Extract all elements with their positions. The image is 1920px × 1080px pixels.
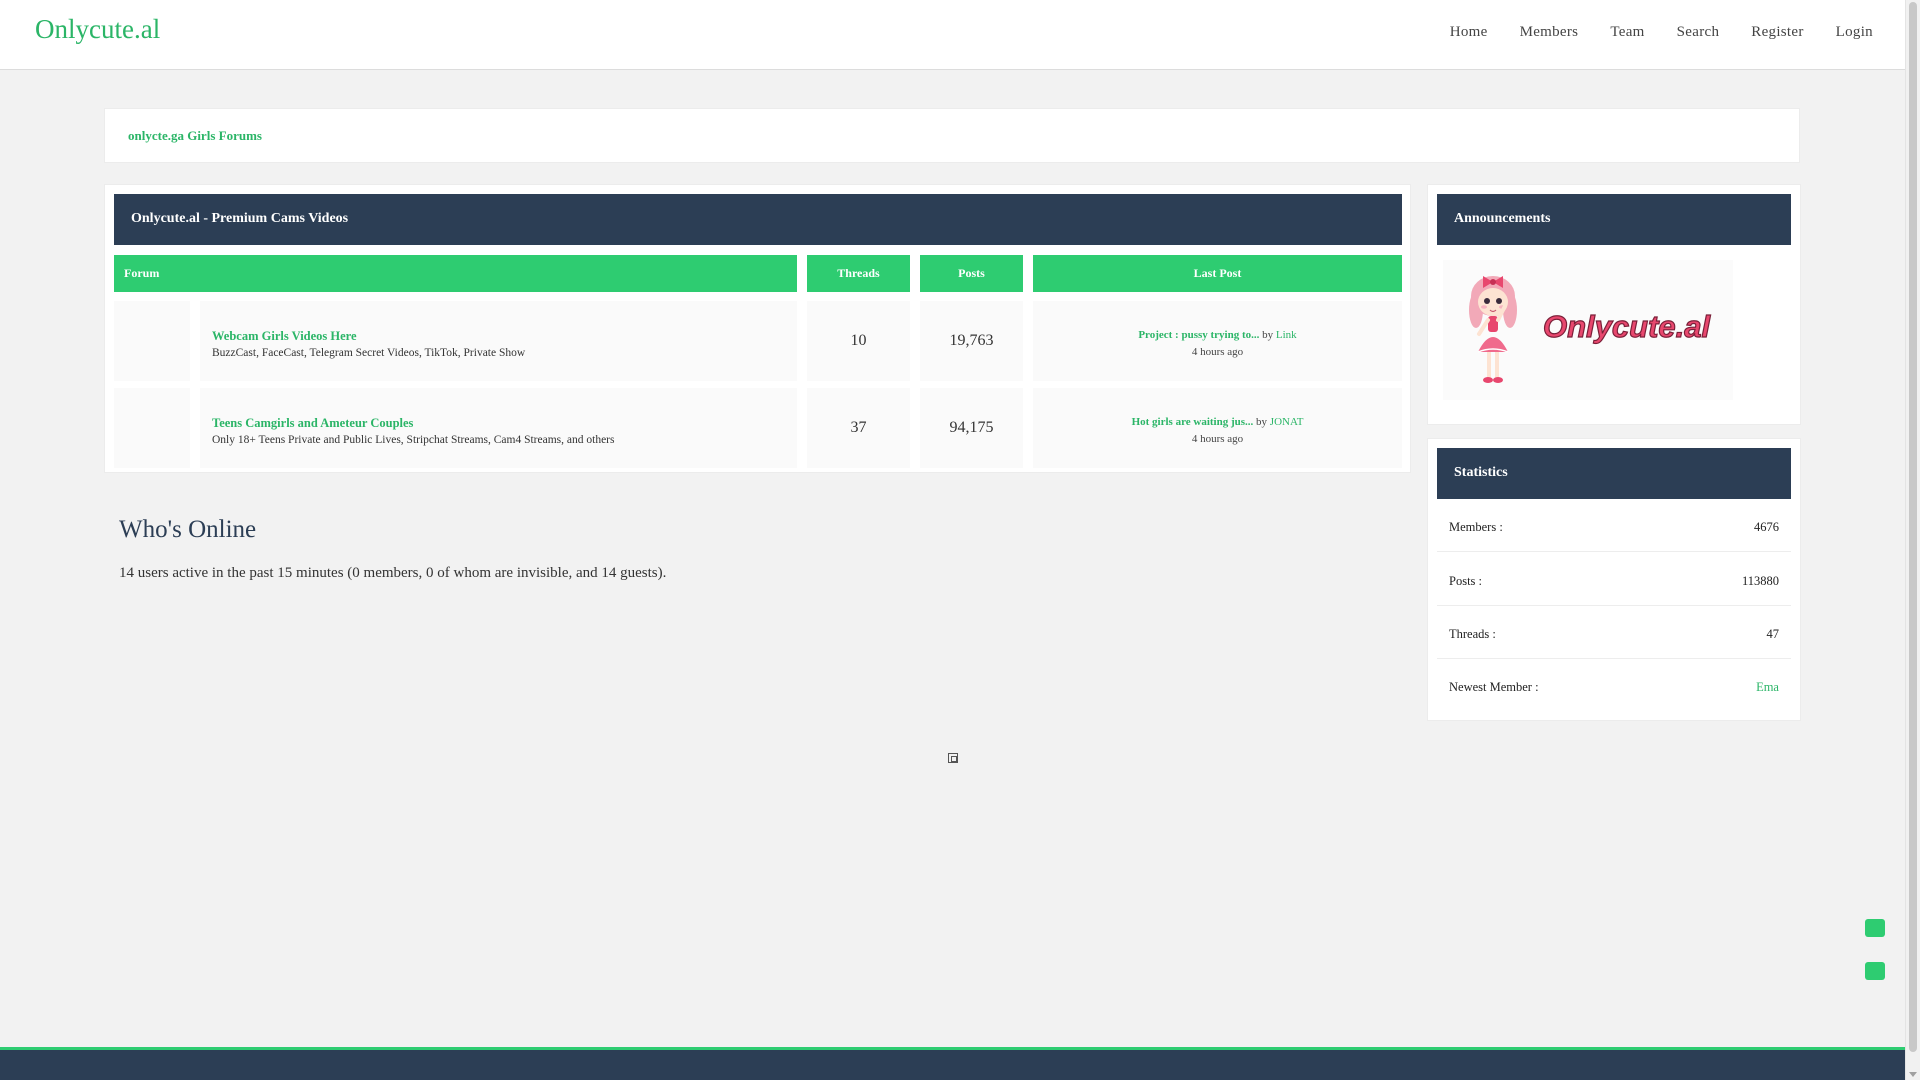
forum-category-panel: Onlycute.al - Premium Cams Videos Forum … (104, 184, 1411, 473)
floating-action-button[interactable] (1865, 962, 1885, 980)
whos-online-summary: 14 users active in the past 15 minutes (… (119, 565, 667, 581)
forum-title-link[interactable]: Webcam Girls Videos Here (212, 329, 357, 344)
forum-post-count: 94,175 (920, 388, 1023, 468)
column-header-last-post: Last Post (1033, 255, 1402, 292)
brand-logo[interactable]: Onlycute.al (35, 14, 160, 45)
last-post-by: by (1256, 416, 1268, 428)
stat-threads: Threads : 47 (1437, 606, 1791, 659)
top-navbar: Onlycute.al Home Members Team Search Reg… (0, 0, 1905, 70)
broken-image-icon (948, 753, 958, 763)
category-header: Onlycute.al - Premium Cams Videos (114, 194, 1402, 245)
nav-login[interactable]: Login (1836, 24, 1873, 41)
statistics-header: Statistics (1437, 448, 1791, 499)
nav-members[interactable]: Members (1520, 24, 1579, 41)
forum-description: BuzzCast, FaceCast, Telegram Secret Vide… (212, 347, 526, 359)
forum-thread-count: 37 (807, 388, 910, 468)
forum-info: Teens Camgirls and Ameteur Couples Only … (200, 388, 797, 468)
forum-status-icon (114, 301, 190, 381)
breadcrumb: onlycte.ga Girls Forums (104, 108, 1800, 163)
nav-team[interactable]: Team (1610, 24, 1644, 41)
last-post-user-link[interactable]: JONAT (1270, 416, 1304, 428)
forum-info: Webcam Girls Videos Here BuzzCast, FaceC… (200, 301, 797, 381)
stat-label: Threads : (1449, 627, 1496, 641)
scrollbar-thumb[interactable] (1909, 2, 1917, 1052)
stat-label: Members : (1449, 520, 1503, 534)
nav-search[interactable]: Search (1677, 24, 1720, 41)
cute-girl-logo-icon: Onlycute.al (1469, 276, 1712, 383)
stat-members: Members : 4676 (1437, 499, 1791, 552)
forum-description: Only 18+ Teens Private and Public Lives,… (212, 434, 615, 446)
stat-value: 47 (1766, 627, 1780, 641)
last-post-time: 4 hours ago (1191, 346, 1244, 358)
announcements-title: Announcements (1454, 211, 1551, 226)
page-footer (0, 1047, 1905, 1080)
newest-member-link[interactable]: Ema (1756, 680, 1779, 695)
announcements-header: Announcements (1437, 194, 1791, 245)
main-nav: Home Members Team Search Register Login (1418, 24, 1873, 41)
statistics-title: Statistics (1454, 465, 1508, 480)
column-header-forum: Forum (114, 255, 797, 292)
forum-post-count: 19,763 (920, 301, 1023, 381)
nav-home[interactable]: Home (1450, 24, 1488, 41)
forum-row: Webcam Girls Videos Here BuzzCast, FaceC… (114, 301, 1402, 381)
forum-thread-count: 10 (807, 301, 910, 381)
floating-action-button[interactable] (1865, 919, 1885, 937)
announcement-banner-image[interactable]: Onlycute.al (1443, 260, 1733, 400)
last-post-by: by (1262, 329, 1274, 341)
stat-newest-member: Newest Member : Ema (1437, 659, 1791, 712)
column-header-threads: Threads (807, 255, 910, 292)
last-post-user-link[interactable]: Link (1276, 329, 1297, 341)
breadcrumb-home-link[interactable]: onlycte.ga Girls Forums (128, 128, 262, 144)
scroll-down-arrow-icon[interactable] (1909, 1072, 1917, 1077)
forum-last-post: Hot girls are waiting jus... by JONAT 4 … (1033, 388, 1402, 468)
stat-value: 113880 (1741, 574, 1779, 588)
stat-value: 4676 (1754, 520, 1779, 534)
category-title[interactable]: Onlycute.al - Premium Cams Videos (131, 211, 348, 227)
nav-register[interactable]: Register (1751, 24, 1803, 41)
logo-text: Onlycute.al (1543, 309, 1711, 344)
forum-row: Teens Camgirls and Ameteur Couples Only … (114, 388, 1402, 468)
stat-label: Newest Member : (1449, 680, 1539, 694)
column-header-posts: Posts (920, 255, 1023, 292)
last-post-link[interactable]: Hot girls are waiting jus... (1132, 416, 1254, 428)
whos-online-heading: Who's Online (119, 516, 257, 543)
statistics-panel: Statistics Members : 4676 Posts : 113880… (1427, 438, 1801, 721)
forum-status-icon (114, 388, 190, 468)
stat-posts: Posts : 113880 (1437, 553, 1791, 606)
announcements-panel: Announcements Onlycute.al (1427, 184, 1801, 425)
forum-title-link[interactable]: Teens Camgirls and Ameteur Couples (212, 416, 413, 431)
forum-last-post: Project : pussy trying to... by Link 4 h… (1033, 301, 1402, 381)
last-post-time: 4 hours ago (1191, 433, 1244, 445)
stat-label: Posts : (1449, 574, 1483, 588)
vertical-scrollbar[interactable] (1905, 0, 1920, 1080)
last-post-link[interactable]: Project : pussy trying to... (1138, 329, 1259, 341)
